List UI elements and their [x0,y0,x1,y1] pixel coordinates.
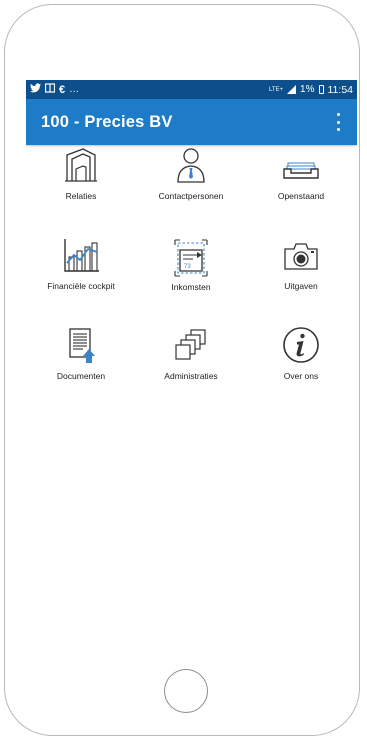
home-button[interactable] [164,669,208,713]
tile-label: Relaties [65,191,97,201]
signal-icon [287,85,297,94]
tile-uitgaven[interactable]: Uitgaven [246,235,356,315]
notes-icon [44,83,56,96]
tile-label: Uitgaven [284,281,318,291]
clock: 11:54 [327,83,354,96]
tile-contactpersonen[interactable]: Contactpersonen [136,145,246,225]
status-ellipsis: … [69,83,80,95]
status-bar: € … LTE+ 1% 11:54 [26,80,357,99]
tile-label: Contactpersonen [158,191,224,201]
person-icon [177,148,205,183]
invoice-icon: 73 [174,239,208,277]
tile-label: Administraties [164,371,218,381]
app-title: 100 - Precies BV [41,112,173,131]
tile-label: Openstaand [277,191,325,201]
euro-icon: € [59,83,66,96]
app-bar: 100 - Precies BV [26,99,357,145]
info-icon [283,327,319,363]
tile-label: Over ons [283,371,319,381]
stacked-pages-icon [175,329,206,360]
tile-documenten[interactable]: Documenten [26,325,136,405]
more-vert-icon[interactable] [335,113,341,131]
tray-icon [283,162,319,179]
chart-icon [64,239,99,272]
battery-percent: 1% [300,84,315,95]
tile-inkomsten[interactable]: 73 Inkomsten [136,235,246,315]
network-type: LTE+ [268,86,284,93]
svg-text:73: 73 [184,264,191,270]
twitter-icon [30,83,41,96]
tile-label: Inkomsten [171,282,211,292]
tile-financiele-cockpit[interactable]: Financiële cockpit [26,235,136,315]
status-bar-right: LTE+ 1% 11:54 [269,84,353,96]
app-screen: € … LTE+ 1% 11:54 100 - Precies BV Relat… [26,80,357,656]
status-bar-left: € … [30,83,79,96]
tile-openstaand[interactable]: Openstaand [246,145,356,225]
tile-label: Financiële cockpit [47,281,115,291]
building-icon [65,148,97,182]
tile-label: Documenten [56,371,106,381]
camera-icon [284,243,318,270]
tile-over-ons[interactable]: Over ons [246,325,356,405]
tile-administraties[interactable]: Administraties [136,325,246,405]
tile-relaties[interactable]: Relaties [26,145,136,225]
document-upload-icon [69,328,95,363]
battery-icon [318,85,324,94]
